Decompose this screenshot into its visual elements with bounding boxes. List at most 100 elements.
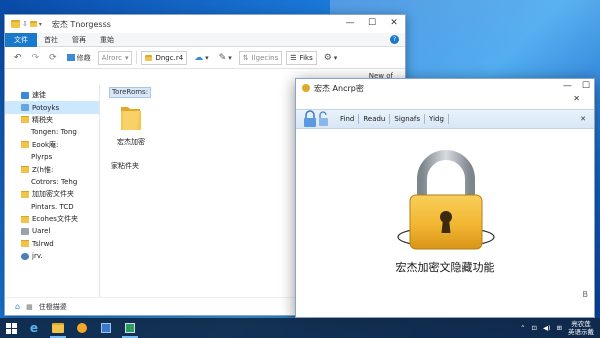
nav-item-folder[interactable]: Tslrwd <box>5 238 99 250</box>
drive-dropdown[interactable]: Dngc.r4 <box>141 50 188 65</box>
minimize-button[interactable]: — <box>339 15 361 31</box>
nav-item-text[interactable]: Cotrors: Tehg <box>5 176 99 188</box>
close-button[interactable]: ✕ <box>383 15 405 31</box>
lock-toolbar-icon[interactable] <box>300 110 330 128</box>
qa-dropdown-icon[interactable]: ▾ <box>39 21 42 28</box>
drive-icon <box>21 227 29 235</box>
clock-bottom: 英语示戴 <box>568 328 594 336</box>
tab-manage[interactable]: 管再 <box>65 33 93 47</box>
help-icon[interactable]: ? <box>390 35 399 44</box>
tab-signals[interactable]: Signafs <box>390 114 426 124</box>
explorer-toolbar: ↶ ↷ ⟳ 修趣 Alrorc ▾ Dngc.r4 ☁ ▾ ✎ ▾ ⇅ Ilgeci… <box>5 47 405 69</box>
folder-item-label: 宏杰加密 <box>117 138 145 146</box>
taskbar-app-store[interactable] <box>94 318 118 338</box>
start-button[interactable] <box>0 318 22 338</box>
taskbar-app-explorer[interactable] <box>46 318 70 338</box>
folder-icon <box>21 166 29 174</box>
nav-item-label: Uarel <box>32 227 51 236</box>
home-icon: ⌂ <box>15 302 21 311</box>
picture-folder-icon <box>21 104 29 112</box>
system-tray: ⌃ ⊡ ◀) ⊞ 亮农莲 英语示戴 <box>520 320 600 336</box>
language-icon[interactable]: ⊞ <box>557 324 562 332</box>
dialog-titlebar: 宏杰 Ancrp密 <box>296 79 594 97</box>
taskbar: e ⌃ ⊡ ◀) ⊞ 亮农莲 英语示戴 <box>0 318 600 338</box>
folder-item-encrypted[interactable]: 宏杰加密 <box>109 103 153 147</box>
nav-item-label: Plyrps <box>31 153 53 162</box>
feature-caption: 宏杰加密文隐藏功能 <box>395 261 495 274</box>
file-item-label[interactable]: 家粘件夹 <box>111 161 139 171</box>
share-button[interactable]: ☁ ▾ <box>191 50 212 66</box>
dialog-title: 宏杰 Ancrp密 <box>314 83 364 93</box>
folder-icon <box>21 116 29 124</box>
new-folder-icon[interactable] <box>29 21 37 27</box>
show-hidden-icons-icon[interactable]: ⌃ <box>520 324 525 332</box>
sort-dropdown[interactable]: ⇅ Ilgecins <box>238 50 283 65</box>
status-text: 住橙描婆 <box>38 302 67 311</box>
media-player-icon <box>77 323 87 333</box>
encryption-dialog: 宏杰 Ancrp密 — ☐ ✕ Find Readu Signafs Yidg … <box>295 78 595 318</box>
taskbar-app-media[interactable] <box>70 318 94 338</box>
pin-icon[interactable]: ⇩ <box>22 20 28 28</box>
tag-button[interactable]: ✎ ▾ <box>216 50 235 66</box>
nav-item-folder[interactable]: 精税夹 <box>5 114 99 126</box>
nav-item-drive[interactable]: Uarel <box>5 225 99 237</box>
folder-icon <box>21 190 29 198</box>
sort-placeholder: Ilgecins <box>251 53 279 62</box>
close-button[interactable]: ✕ <box>573 94 580 103</box>
network-icon[interactable]: ⊡ <box>532 324 537 332</box>
up-button[interactable]: ⟳ <box>46 50 60 66</box>
quick-access-toolbar: ⇩ ▾ <box>11 20 42 28</box>
minimize-button[interactable]: — <box>563 81 572 91</box>
folder-icon <box>21 240 29 248</box>
nav-item-quick-access[interactable]: 速徒 <box>5 89 99 101</box>
nav-item-text[interactable]: Plyrps <box>5 151 99 163</box>
back-button[interactable]: ↶ <box>11 50 25 66</box>
nav-item-text[interactable]: Pintars. TCD <box>5 201 99 213</box>
search-box[interactable]: Alrorc ▾ <box>97 50 133 65</box>
chevron-down-icon: ▾ <box>333 53 338 62</box>
nav-item-label: Cotrors: Tehg <box>31 177 78 186</box>
dialog-window-controls: — ☐ <box>563 81 590 91</box>
explorer-window-controls: — ☐ ✕ <box>339 15 405 31</box>
clock[interactable]: 亮农莲 英语示戴 <box>568 320 594 336</box>
browser-icon: e <box>29 321 39 335</box>
folder-icon <box>52 323 64 333</box>
nav-item-folder[interactable]: Eook庵: <box>5 139 99 151</box>
nav-item-network[interactable]: jrv. <box>5 250 99 262</box>
maximize-button[interactable]: ☐ <box>582 81 590 91</box>
tab-home[interactable]: 首社 <box>37 33 65 47</box>
nav-item-pictures[interactable]: Potoyks <box>5 101 99 114</box>
nav-item-label: Eook庵: <box>32 140 59 149</box>
padlock-icon <box>397 150 495 250</box>
nav-item-folder[interactable]: 加加密文件夹 <box>5 188 99 200</box>
tab-read[interactable]: Readu <box>359 114 391 124</box>
nav-item-label: Potoyks <box>32 103 60 112</box>
tab-view[interactable]: 重始 <box>93 33 121 47</box>
nav-item-folder[interactable]: Z(h惟: <box>5 163 99 175</box>
nav-item-label: 加加密文件夹 <box>32 190 74 199</box>
grid-view-icon[interactable]: ▦ <box>26 303 33 311</box>
filter-button[interactable]: ☰ Fiks <box>286 50 317 65</box>
clock-top: 亮农莲 <box>571 320 591 328</box>
organize-icon <box>66 54 75 61</box>
taskbar-app-encrypt[interactable] <box>118 318 142 338</box>
nav-item-folder[interactable]: Ecohes文件夹 <box>5 213 99 225</box>
column-header[interactable]: ToreRoms: <box>109 87 151 98</box>
tab-find[interactable]: Find <box>336 114 360 124</box>
nav-item-label: 速徒 <box>32 91 46 100</box>
nav-item-text[interactable]: Tongen: Tong <box>5 126 99 138</box>
options-button[interactable]: ⚙ ▾ <box>321 50 341 66</box>
volume-icon[interactable]: ◀) <box>543 324 551 332</box>
encrypt-app-icon <box>125 323 135 333</box>
toolbar-close-icon[interactable]: ✕ <box>580 115 586 123</box>
tab-file[interactable]: 文件 <box>5 32 37 47</box>
tab-yidg[interactable]: Yidg <box>425 114 449 124</box>
sort-icon: ⇅ <box>242 53 249 62</box>
back-arrow-icon: ↶ <box>14 52 22 63</box>
organize-button[interactable]: 修趣 <box>64 50 94 66</box>
taskbar-app-edge[interactable]: e <box>22 318 46 338</box>
forward-button[interactable]: ↷ <box>29 50 43 66</box>
organize-label: 修趣 <box>76 53 91 62</box>
maximize-button[interactable]: ☐ <box>361 15 383 31</box>
dialog-toolbar: Find Readu Signafs Yidg ✕ <box>296 109 594 129</box>
